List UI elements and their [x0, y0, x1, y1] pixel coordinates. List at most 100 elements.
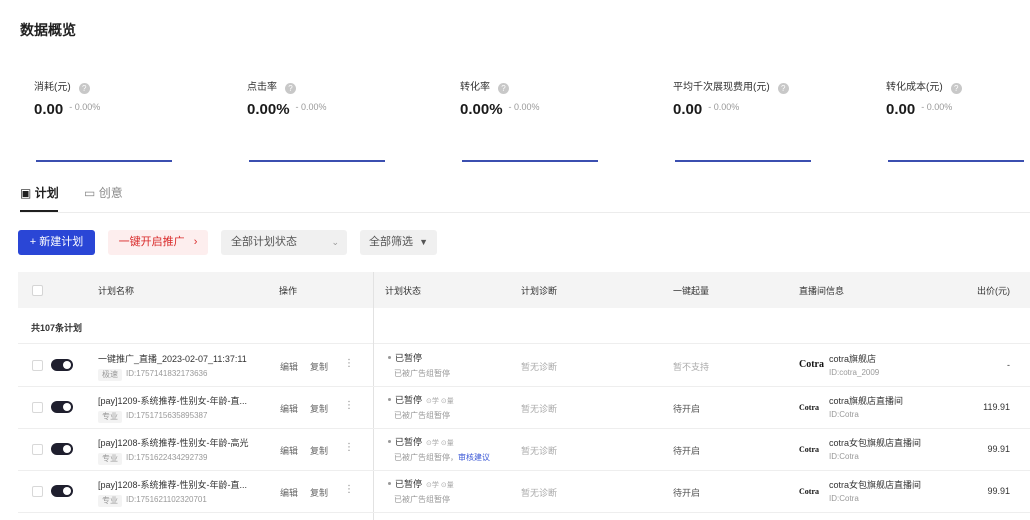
- table-row: [pay]1209-系统推荐-性别女-年龄-直... 专业 ID:1751715…: [18, 387, 1030, 429]
- metric-value: 0.00: [247, 101, 277, 118]
- one-click-promote-button[interactable]: 一键开启推广 ›: [108, 230, 208, 255]
- copy-button[interactable]: 复制: [310, 402, 328, 415]
- help-icon[interactable]: ?: [950, 83, 962, 94]
- status-text: 已暂停: [395, 437, 423, 447]
- live-room-name: cotra女包旗舰店直播间: [829, 480, 922, 490]
- plan-toggle[interactable]: [51, 401, 73, 413]
- new-plan-button[interactable]: + 新建计划: [18, 230, 95, 255]
- plan-name[interactable]: [pay]1208-系统推荐-性别女-年龄-直...: [98, 478, 247, 491]
- status-sub-text: 已被广告组暂停: [394, 495, 450, 504]
- metric-unit: %: [489, 101, 503, 118]
- filter-icon: ▼: [419, 237, 428, 247]
- chevron-down-icon: ⌄: [331, 237, 339, 247]
- more-icon[interactable]: ⋮: [344, 358, 354, 369]
- tab-creative[interactable]: ▭ 创意: [84, 184, 123, 201]
- row-checkbox[interactable]: [32, 402, 43, 413]
- live-room-name: cotra旗舰店直播间: [829, 396, 904, 406]
- metric-unit: %: [276, 101, 290, 118]
- edit-button[interactable]: 编辑: [280, 402, 298, 415]
- plan-name[interactable]: [pay]1208-系统推荐-性别女-年龄-高光: [98, 436, 249, 449]
- metric-label: 消耗(元): [34, 82, 71, 93]
- status-detail: 已被广告组暂停: [394, 494, 450, 505]
- plan-status: 已暂停 ⊙学 ⊙量: [388, 393, 454, 406]
- brand-logo: Cotra: [799, 445, 819, 454]
- more-icon[interactable]: ⋮: [344, 484, 354, 495]
- plan-type-tag: 专业: [98, 453, 122, 465]
- copy-button[interactable]: 复制: [310, 360, 328, 373]
- edit-button[interactable]: 编辑: [280, 444, 298, 457]
- plan-status: 已暂停: [388, 351, 426, 364]
- metric-cvr: 转化率? 0.00% - 0.00%: [460, 74, 630, 174]
- table-header: 计划名称 操作 计划状态 计划诊断 一键起量 直播间信息 出价(元): [18, 272, 1030, 308]
- metric-trend-line: [888, 160, 1024, 162]
- metric-change: - 0.00%: [69, 102, 101, 112]
- status-sub-text: 已被广告组暂停: [394, 369, 450, 378]
- all-filter-button[interactable]: 全部筛选 ▼: [360, 230, 437, 255]
- help-icon[interactable]: ?: [78, 83, 90, 94]
- plan-diagnosis: 暂无诊断: [521, 488, 558, 498]
- plan-id: ID:1751715635895387: [126, 411, 208, 420]
- metric-trend-line: [36, 160, 172, 162]
- status-dot: [388, 356, 391, 359]
- metric-value: 0.00: [673, 101, 703, 118]
- header-one-click-boost: 一键起量: [673, 286, 710, 296]
- metric-cost: 消耗(元)? 0.00 - 0.00%: [34, 74, 204, 174]
- review-suggestion-link[interactable]: 审核建议: [458, 453, 490, 462]
- copy-button[interactable]: 复制: [310, 444, 328, 457]
- metric-ctr: 点击率? 0.00% - 0.00%: [247, 74, 417, 174]
- status-dot: [388, 440, 391, 443]
- metric-value: 0.00: [460, 101, 490, 118]
- metric-change: - 0.00%: [508, 102, 540, 112]
- table-group-summary: 共107条计划: [18, 308, 1030, 344]
- metric-value: 0.00: [34, 101, 64, 118]
- header-operation: 操作: [279, 286, 298, 296]
- plan-name[interactable]: [pay]1209-系统推荐-性别女-年龄-直...: [98, 394, 247, 407]
- help-icon[interactable]: ?: [777, 83, 789, 94]
- brand-logo: Cotra: [799, 487, 819, 496]
- metric-label: 转化成本(元): [886, 82, 943, 93]
- metric-trend-line: [249, 160, 385, 162]
- metric-value: 0.00: [886, 101, 916, 118]
- status-flags: ⊙学 ⊙量: [426, 440, 454, 447]
- bid-value: 99.91: [987, 486, 1010, 496]
- promote-label: 一键开启推广: [118, 236, 185, 248]
- status-detail: 已被广告组暂停，审核建议: [394, 452, 490, 463]
- row-checkbox[interactable]: [32, 486, 43, 497]
- plan-toggle[interactable]: [51, 359, 73, 371]
- plan-status-select[interactable]: 全部计划状态 ⌄: [221, 230, 347, 255]
- metric-label: 平均千次展现费用(元): [673, 82, 770, 93]
- one-click-boost: 待开启: [673, 446, 701, 456]
- help-icon[interactable]: ?: [285, 83, 296, 94]
- more-icon[interactable]: ⋮: [344, 400, 354, 411]
- status-sub-text: 已被广告组暂停，: [394, 453, 458, 462]
- edit-button[interactable]: 编辑: [280, 360, 298, 373]
- edit-button[interactable]: 编辑: [280, 486, 298, 499]
- status-text: 已暂停: [395, 479, 423, 489]
- status-detail: 已被广告组暂停: [394, 368, 450, 379]
- help-icon[interactable]: ?: [498, 83, 509, 94]
- metric-trend-line: [462, 160, 598, 162]
- copy-button[interactable]: 复制: [310, 486, 328, 499]
- status-flags: ⊙学 ⊙量: [426, 398, 454, 405]
- metric-change: - 0.00%: [921, 102, 953, 112]
- live-room-id: ID:cotra_2009: [829, 368, 880, 377]
- filter-label: 全部筛选: [369, 236, 413, 248]
- plan-name[interactable]: 一键推广_直播_2023-02-07_11:37:11: [98, 352, 247, 365]
- row-checkbox[interactable]: [32, 444, 43, 455]
- select-all-checkbox[interactable]: [32, 285, 43, 296]
- status-dot: [388, 482, 391, 485]
- more-icon[interactable]: ⋮: [344, 442, 354, 453]
- header-plan-diagnosis: 计划诊断: [521, 286, 558, 296]
- plan-toggle[interactable]: [51, 443, 73, 455]
- status-text: 已暂停: [395, 353, 423, 363]
- plan-type-tag: 专业: [98, 495, 122, 507]
- bid-value: 119.91: [983, 402, 1010, 412]
- row-checkbox[interactable]: [32, 360, 43, 371]
- live-room-id: ID:Cotra: [829, 410, 859, 419]
- status-sub-text: 已被广告组暂停: [394, 411, 450, 420]
- metric-label: 点击率: [247, 82, 277, 93]
- plan-toggle[interactable]: [51, 485, 73, 497]
- tab-plan[interactable]: ▣ 计划: [20, 184, 59, 201]
- live-room-name: cotra旗舰店: [829, 354, 877, 364]
- plan-type-tag: 专业: [98, 411, 122, 423]
